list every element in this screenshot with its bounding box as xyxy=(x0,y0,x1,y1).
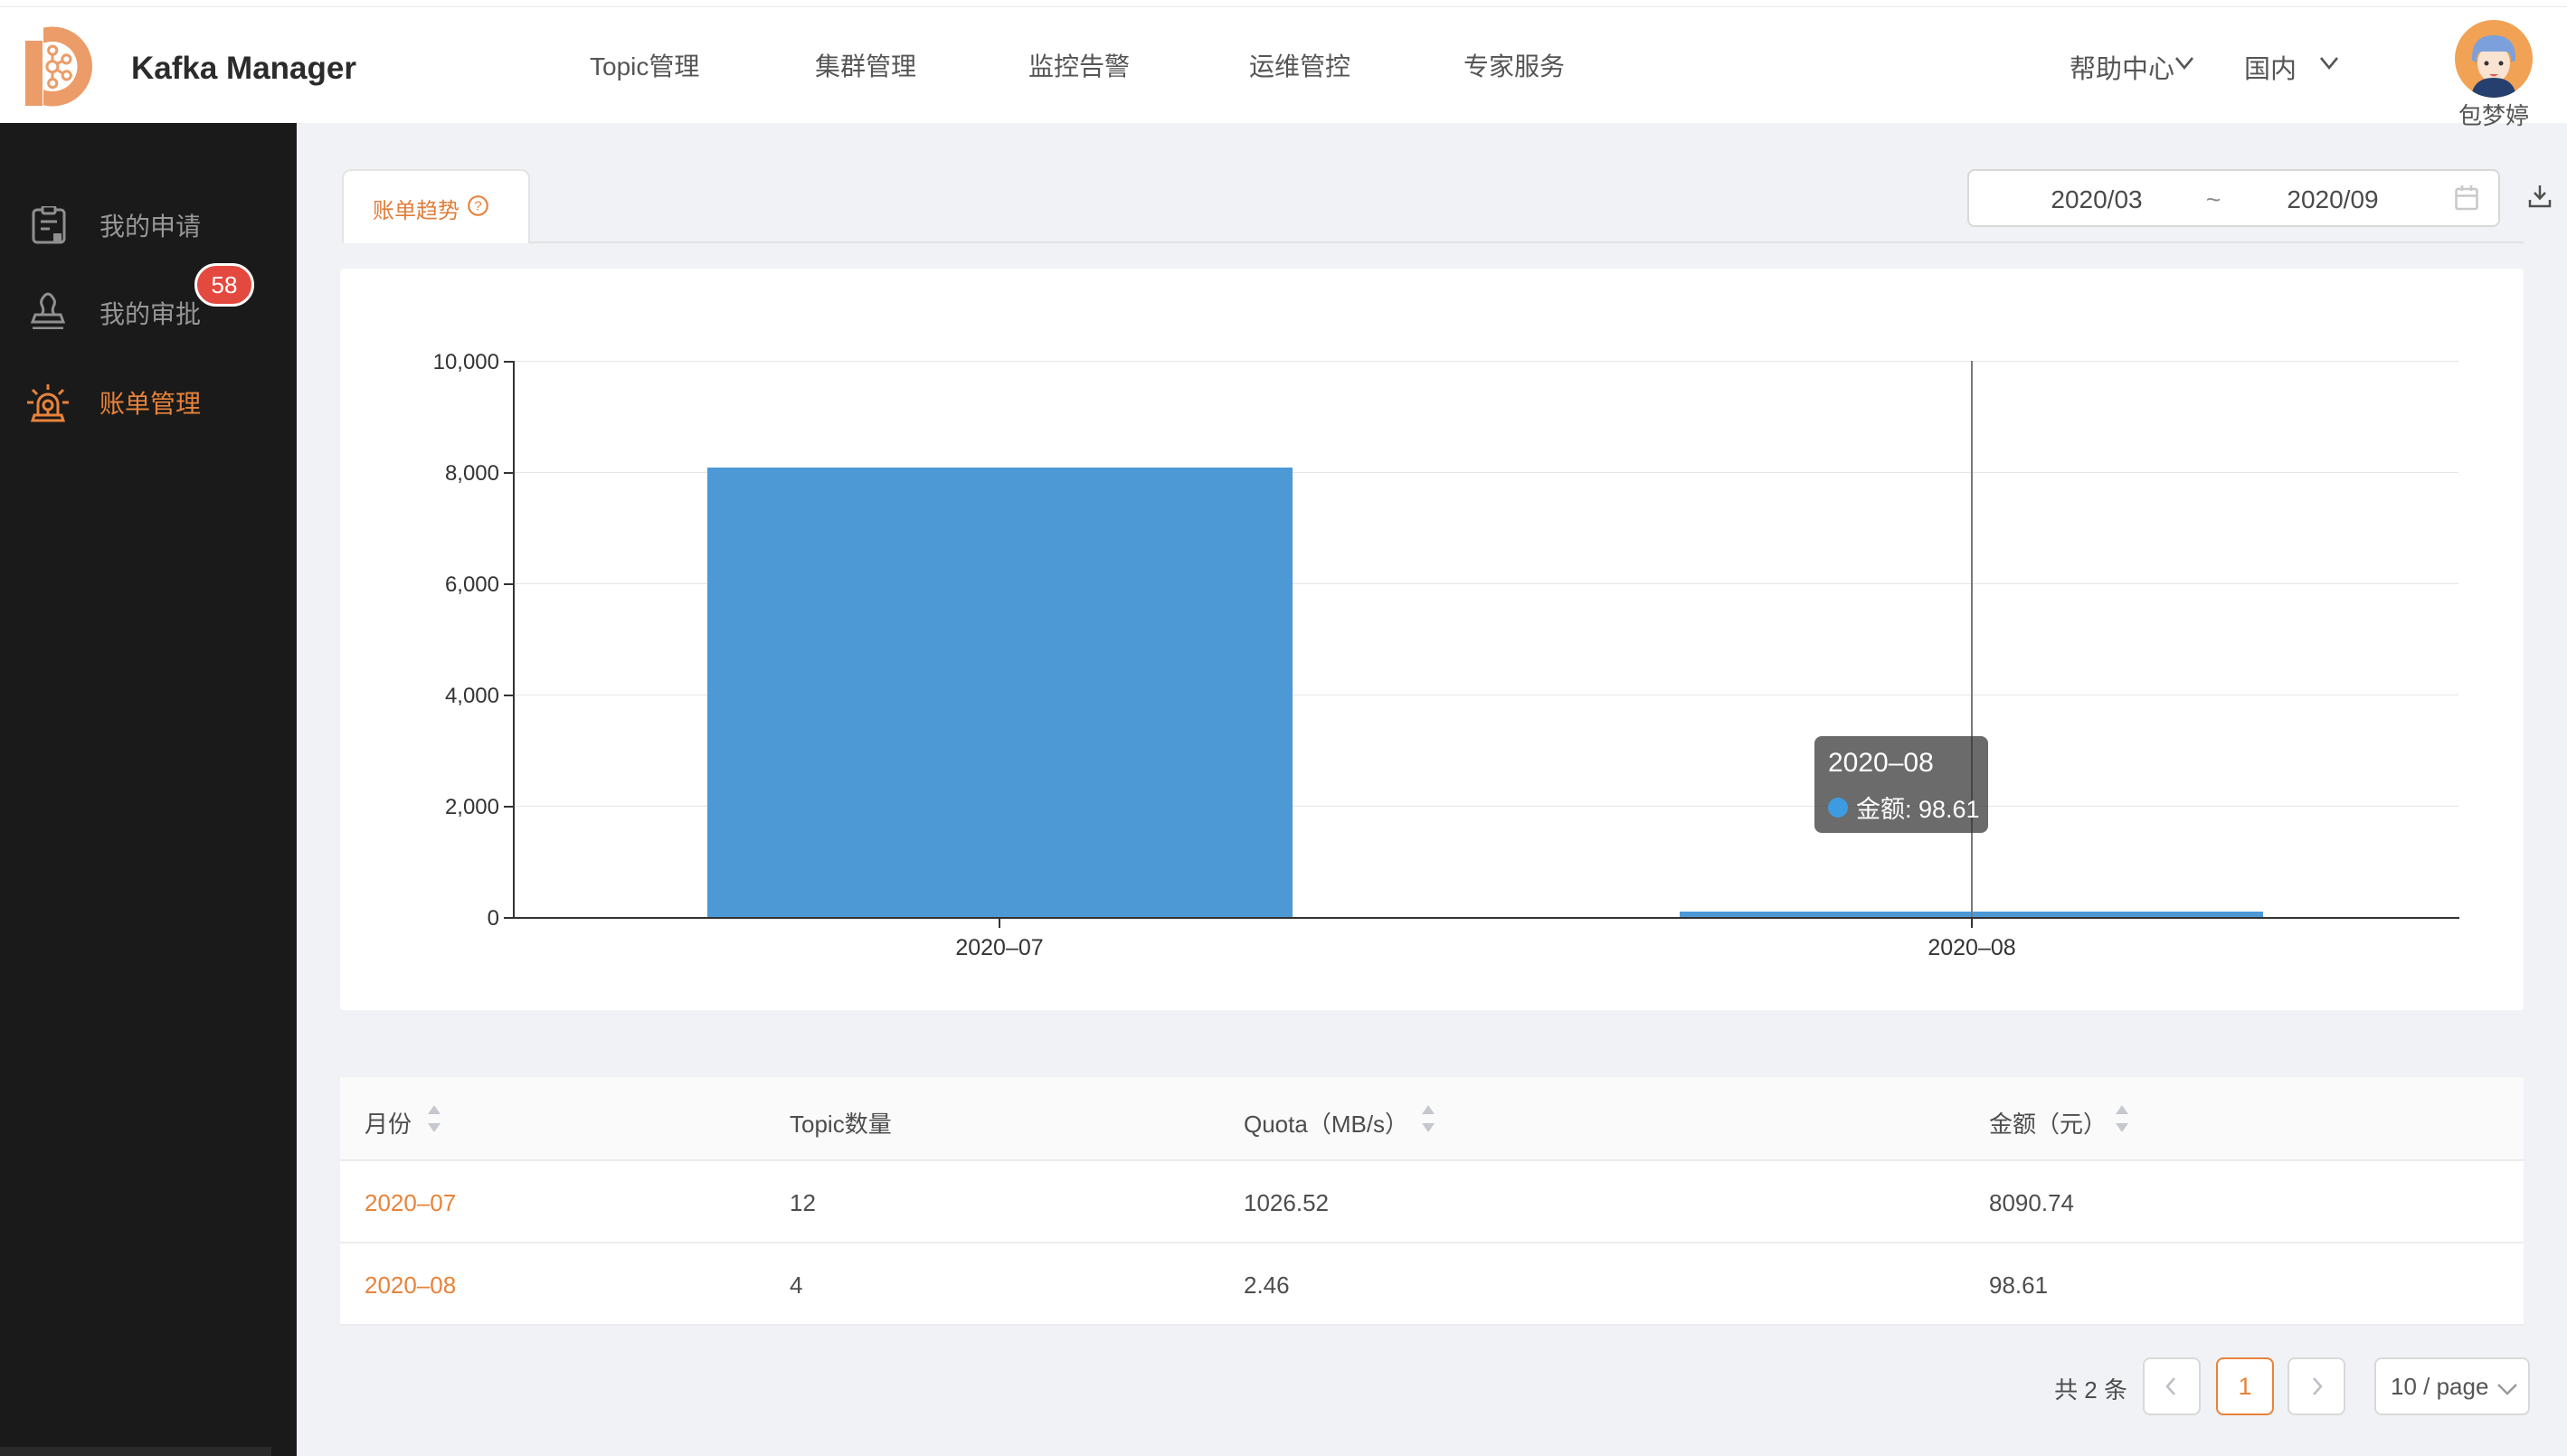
svg-text:?: ? xyxy=(474,198,481,213)
